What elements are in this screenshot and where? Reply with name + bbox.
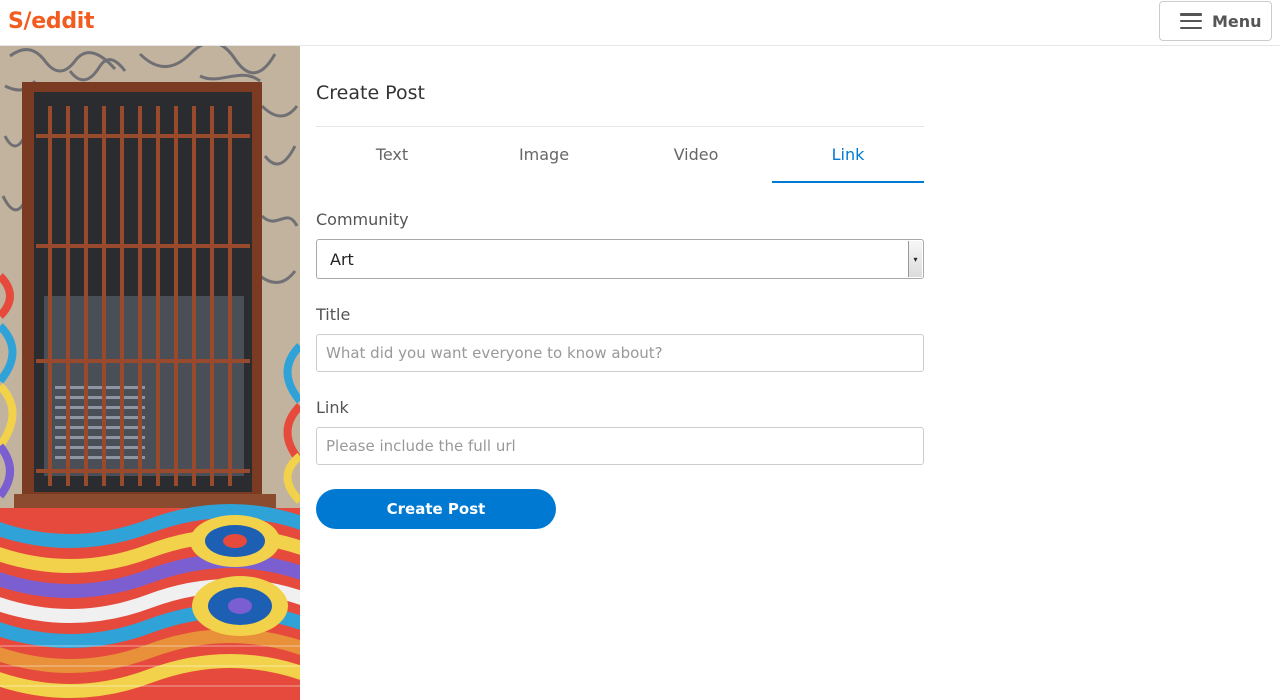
menu-label: Menu — [1212, 11, 1262, 31]
community-label: Community — [316, 210, 409, 229]
link-input[interactable] — [316, 427, 924, 465]
community-select[interactable]: Art ▾ — [316, 239, 924, 279]
community-selected-value: Art — [330, 249, 354, 269]
tab-text[interactable]: Text — [316, 127, 468, 183]
site-logo[interactable]: S/eddit — [8, 9, 95, 34]
create-post-button[interactable]: Create Post — [316, 489, 556, 529]
hamburger-icon — [1180, 13, 1202, 29]
top-header: S/eddit Menu — [0, 0, 1280, 46]
title-input[interactable] — [316, 334, 924, 372]
tab-link[interactable]: Link — [772, 127, 924, 183]
menu-button[interactable]: Menu — [1159, 1, 1272, 41]
chevron-down-icon[interactable]: ▾ — [908, 241, 922, 277]
tab-video[interactable]: Video — [620, 127, 772, 183]
link-label: Link — [316, 398, 349, 417]
page-title: Create Post — [316, 82, 425, 104]
tab-image[interactable]: Image — [468, 127, 620, 183]
side-image — [0, 46, 300, 700]
post-type-tabs: Text Image Video Link — [316, 127, 924, 183]
title-label: Title — [316, 305, 351, 324]
